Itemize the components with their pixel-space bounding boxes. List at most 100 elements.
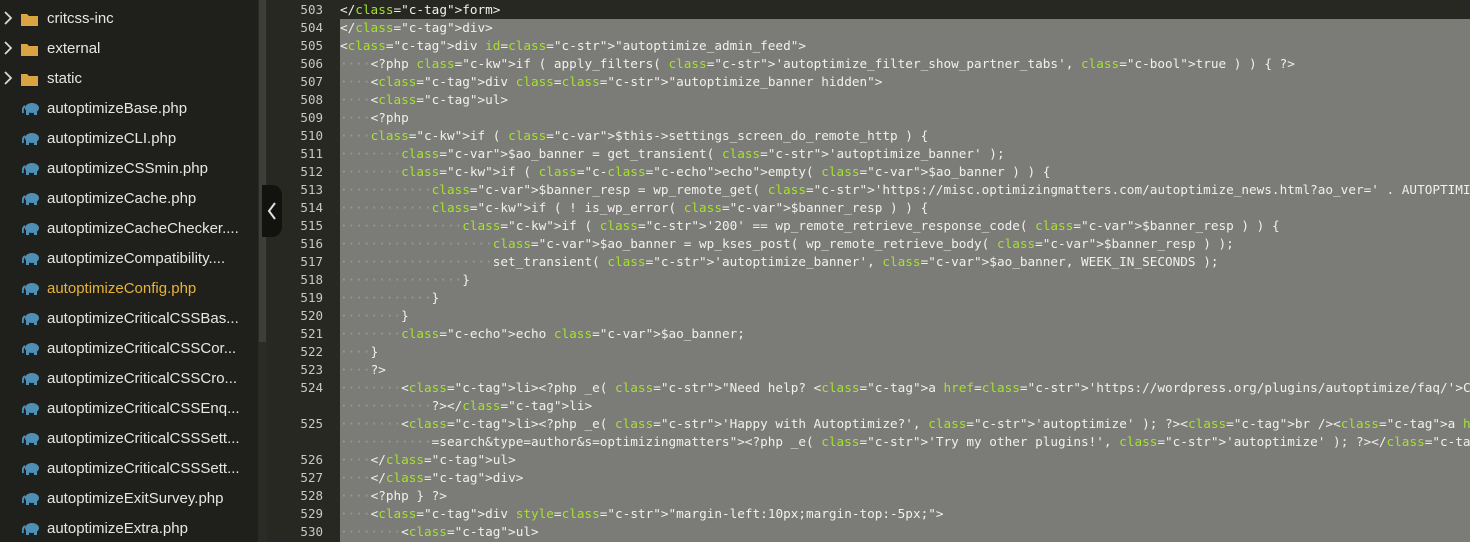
line-number: 510 (300, 128, 323, 143)
code-line[interactable]: ····</class="c-tag">ul> (340, 451, 1470, 469)
chevron-right-icon[interactable] (3, 11, 13, 25)
line-number: 516 (300, 236, 323, 251)
line-number: 508 (300, 92, 323, 107)
code-line[interactable]: ············} (340, 289, 1470, 307)
code-line[interactable]: ····<?php } ?> (340, 487, 1470, 505)
line-number: 503 (300, 2, 323, 17)
collapse-sidebar-button[interactable] (262, 185, 282, 237)
php-elephant-icon (22, 313, 39, 325)
sidebar-file[interactable]: autoptimizeCriticalCSSBas... (0, 304, 258, 334)
php-elephant-icon (22, 223, 39, 235)
line-number: 519 (300, 290, 323, 305)
sidebar-file[interactable]: autoptimizeBase.php (0, 94, 258, 124)
sidebar-file[interactable]: autoptimizeCache.php (0, 184, 258, 214)
line-number: 525 (300, 416, 323, 431)
sidebar-item-label: autoptimizeCache.php (47, 190, 197, 207)
code-line[interactable]: ····</class="c-tag">div> (340, 469, 1470, 487)
folder-icon (21, 14, 38, 26)
code-line[interactable]: ············?></class="c-tag">li> (340, 397, 1470, 415)
php-elephant-icon (22, 283, 39, 295)
sidebar-item-label: autoptimizeCLI.php (47, 130, 177, 147)
sidebar-file[interactable]: autoptimizeCriticalCSSCor... (0, 334, 258, 364)
sidebar-file[interactable]: autoptimizeExitSurvey.php (0, 484, 258, 514)
sidebar-file[interactable]: autoptimizeCLI.php (0, 124, 258, 154)
code-line[interactable]: ····<class="c-tag">ul> (340, 91, 1470, 109)
line-number: 507 (300, 74, 323, 89)
code-editor[interactable]: </class="c-tag">form> </class="c-tag">div… (340, 0, 1470, 542)
sidebar-file[interactable]: autoptimizeCompatibility.... (0, 244, 258, 274)
sidebar-file[interactable]: autoptimizeConfig.php (0, 274, 258, 304)
code-line[interactable]: ····?> (340, 361, 1470, 379)
line-number-gutter: 503 504 505 506 507 508 509 510 511 512 513 514 515 5… (267, 0, 340, 542)
chevron-left-icon (267, 202, 276, 220)
code-line[interactable]: ············class="c-kw">if ( ! is_wp_er… (340, 199, 1470, 217)
sidebar-item-label: autoptimizeCacheChecker.... (47, 220, 239, 237)
code-line[interactable]: ····<?php (340, 109, 1470, 127)
php-elephant-icon (22, 373, 39, 385)
sidebar-item-label: autoptimizeCSSmin.php (47, 160, 208, 177)
code-line[interactable]: ········<class="c-tag">ul> (340, 523, 1470, 541)
line-number: 505 (300, 38, 323, 53)
code-line[interactable]: <class="c-tag">div id=class="c-str">"aut… (340, 37, 1470, 55)
php-elephant-icon (22, 253, 39, 265)
line-number: 518 (300, 272, 323, 287)
sidebar-file[interactable]: autoptimizeCacheChecker.... (0, 214, 258, 244)
sidebar-folder[interactable]: external (0, 34, 258, 64)
php-elephant-icon (22, 463, 39, 475)
code-line[interactable]: ········class="c-kw">if ( class="c-class… (340, 163, 1470, 181)
sidebar-item-label: static (47, 70, 83, 87)
code-line[interactable]: ········class="c-echo">echo class="c-var… (340, 325, 1470, 343)
sidebar-file[interactable]: autoptimizeCriticalCSSSett... (0, 454, 258, 484)
sidebar-item-label: autoptimizeCriticalCSSBas... (47, 310, 239, 327)
code-line[interactable]: ········} (340, 307, 1470, 325)
sidebar-file[interactable]: autoptimizeCSSmin.php (0, 154, 258, 184)
sidebar-item-label: autoptimizeCriticalCSSSett... (47, 460, 240, 477)
sidebar-item-label: autoptimizeCriticalCSSEnq... (47, 400, 240, 417)
code-line[interactable]: </class="c-tag">div> (340, 19, 1470, 37)
line-number: 517 (300, 254, 323, 269)
sidebar-file[interactable]: autoptimizeCriticalCSSSett... (0, 424, 258, 454)
code-line[interactable]: ················class="c-kw">if ( class=… (340, 217, 1470, 235)
php-elephant-icon (22, 133, 39, 145)
code-line[interactable]: ····} (340, 343, 1470, 361)
code-line[interactable]: ····················set_transient( class… (340, 253, 1470, 271)
sidebar-file[interactable]: autoptimizeCriticalCSSEnq... (0, 394, 258, 424)
php-elephant-icon (22, 403, 39, 415)
php-elephant-icon (22, 343, 39, 355)
sidebar-item-label: autoptimizeBase.php (47, 100, 188, 117)
folder-icon (21, 74, 38, 86)
sidebar-file[interactable]: autoptimizeCriticalCSSCro... (0, 364, 258, 394)
code-line[interactable]: ············=search&type=author&s=optimi… (340, 433, 1470, 451)
code-line[interactable]: ············class="c-var">$banner_resp =… (340, 181, 1470, 199)
code-line[interactable]: ········<class="c-tag">li><?php _e( clas… (340, 379, 1470, 397)
sidebar-item-label: autoptimizeExtra.php (47, 520, 188, 537)
folder-icon (21, 44, 38, 56)
code-line[interactable]: ········<class="c-tag">li><?php _e( clas… (340, 415, 1470, 433)
sidebar-file[interactable]: autoptimizeExtra.php (0, 514, 258, 542)
line-number: 527 (300, 470, 323, 485)
sidebar-folder[interactable]: critcss-inc (0, 4, 258, 34)
php-elephant-icon (22, 493, 39, 505)
chevron-right-icon[interactable] (3, 71, 13, 85)
code-line[interactable]: ····<class="c-tag">div class=class="c-st… (340, 73, 1470, 91)
line-number: 528 (300, 488, 323, 503)
code-line[interactable]: ················} (340, 271, 1470, 289)
sidebar-item-label: autoptimizeConfig.php (47, 280, 197, 297)
php-elephant-icon (22, 523, 39, 535)
line-number: 530 (300, 524, 323, 539)
chevron-right-icon[interactable] (3, 41, 13, 55)
code-line[interactable]: ····<class="c-tag">div style=class="c-st… (340, 505, 1470, 523)
code-line[interactable]: ····················class="c-var">$ao_ba… (340, 235, 1470, 253)
line-number: 521 (300, 326, 323, 341)
line-number: 511 (300, 146, 323, 161)
code-line[interactable]: ····class="c-kw">if ( class="c-var">$thi… (340, 127, 1470, 145)
code-line[interactable]: </class="c-tag">form> (340, 1, 1470, 19)
file-tree-sidebar: critcss-inc external static autoptimizeBase… (0, 0, 258, 542)
line-number: 522 (300, 344, 323, 359)
sidebar-item-label: autoptimizeExitSurvey.php (47, 490, 224, 507)
sidebar-scrollbar-thumb[interactable] (259, 0, 266, 342)
sidebar-folder[interactable]: static (0, 64, 258, 94)
php-elephant-icon (22, 193, 39, 205)
code-line[interactable]: ····<?php class="c-kw">if ( apply_filter… (340, 55, 1470, 73)
code-line[interactable]: ········class="c-var">$ao_banner = get_t… (340, 145, 1470, 163)
